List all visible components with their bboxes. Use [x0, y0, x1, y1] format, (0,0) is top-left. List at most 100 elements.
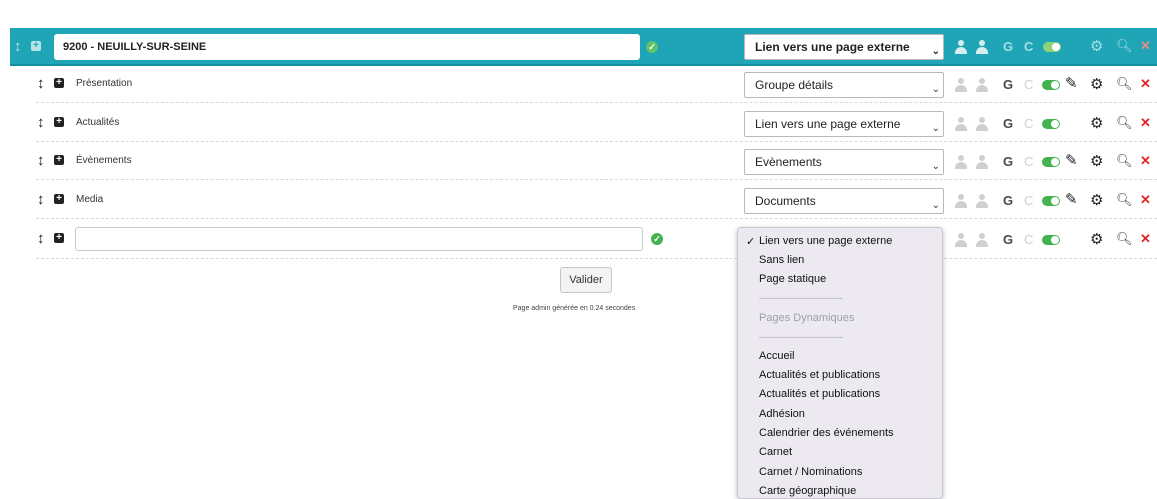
user-icon[interactable] — [955, 40, 967, 54]
c-icon[interactable]: C — [1024, 78, 1033, 91]
delete-icon[interactable]: ✕ — [1140, 193, 1151, 206]
google-icon[interactable]: G — [1003, 194, 1013, 207]
link-type-dropdown[interactable]: ✓ Lien vers une page externe Sans lien P… — [737, 227, 943, 499]
google-icon[interactable]: G — [1003, 40, 1013, 53]
user-icon[interactable] — [955, 194, 967, 208]
expand-icon[interactable]: + — [54, 155, 64, 165]
link-type-select[interactable]: Documents ⌄ — [744, 188, 944, 214]
toggle-icon[interactable] — [1042, 157, 1060, 167]
link-type-select[interactable]: Groupe détails ⌄ — [744, 72, 944, 98]
chevron-down-icon: ⌄ — [931, 161, 940, 172]
dropdown-option[interactable]: Page statique — [738, 273, 826, 286]
google-icon[interactable]: G — [1003, 78, 1013, 91]
c-icon[interactable]: C — [1024, 117, 1033, 130]
row-divider — [36, 258, 1157, 259]
user-icon[interactable] — [955, 78, 967, 92]
gear-icon[interactable]: ⚙ — [1090, 232, 1103, 247]
dropdown-option[interactable]: Lien vers une page externe — [738, 235, 892, 248]
edit-icon[interactable]: ✎ — [1065, 192, 1078, 207]
edit-icon[interactable]: ✎ — [1065, 76, 1078, 91]
move-icon[interactable]: ↕ — [37, 76, 45, 91]
edit-icon[interactable]: ✎ — [1065, 153, 1078, 168]
dropdown-option[interactable]: Actualités et publications — [738, 388, 880, 401]
gear-icon[interactable]: ⚙ — [1090, 193, 1103, 208]
chevron-down-icon: ⌄ — [931, 200, 940, 211]
gear-icon[interactable]: ⚙ — [1090, 154, 1103, 169]
dropdown-option[interactable]: Adhésion — [738, 408, 805, 421]
user-icon[interactable] — [976, 40, 988, 54]
chevron-down-icon: ⌄ — [931, 46, 940, 57]
zoom-icon[interactable]: 🔍︎ — [1116, 193, 1133, 206]
link-type-value: Evènements — [755, 155, 822, 169]
link-type-value: Groupe détails — [755, 78, 834, 92]
toggle-icon[interactable] — [1042, 119, 1060, 129]
move-icon[interactable]: ↕ — [14, 39, 22, 54]
gear-icon[interactable]: ⚙ — [1090, 39, 1103, 54]
site-name-input[interactable]: 9200 - NEUILLY-SUR-SEINE — [54, 34, 640, 60]
move-icon[interactable]: ↕ — [37, 115, 45, 130]
dropdown-option[interactable]: Calendrier des événements — [738, 427, 894, 440]
zoom-icon[interactable]: 🔍︎ — [1116, 39, 1133, 52]
delete-icon[interactable]: ✕ — [1140, 77, 1151, 90]
move-icon[interactable]: ↕ — [37, 192, 45, 207]
submit-button[interactable]: Valider — [560, 267, 612, 293]
new-entry-input[interactable] — [75, 227, 643, 251]
check-icon: ✓ — [651, 233, 663, 245]
row-label: Actualités — [76, 117, 120, 128]
c-icon[interactable]: C — [1024, 155, 1033, 168]
dropdown-group-label: Pages Dynamiques — [759, 312, 855, 324]
user-icon[interactable] — [976, 78, 988, 92]
row-divider — [36, 102, 1157, 103]
row-label: Media — [76, 194, 104, 205]
dropdown-option[interactable]: Sans lien — [738, 254, 804, 267]
user-icon[interactable] — [976, 155, 988, 169]
link-type-select[interactable]: Lien vers une page externe ⌄ — [744, 34, 944, 60]
row-divider — [36, 179, 1157, 180]
google-icon[interactable]: G — [1003, 117, 1013, 130]
zoom-icon[interactable]: 🔍︎ — [1116, 77, 1133, 90]
zoom-icon[interactable]: 🔍︎ — [1116, 154, 1133, 167]
dropdown-option[interactable]: Carnet / Nominations — [738, 466, 862, 479]
toggle-icon[interactable] — [1042, 196, 1060, 206]
user-icon[interactable] — [955, 117, 967, 131]
expand-icon[interactable]: + — [54, 194, 64, 204]
c-icon[interactable]: C — [1024, 233, 1033, 246]
google-icon[interactable]: G — [1003, 233, 1013, 246]
google-icon[interactable]: G — [1003, 155, 1013, 168]
chevron-down-icon: ⌄ — [931, 123, 940, 134]
delete-icon[interactable]: ✕ — [1140, 39, 1151, 52]
expand-icon[interactable]: + — [31, 41, 41, 51]
zoom-icon[interactable]: 🔍︎ — [1116, 232, 1133, 245]
dropdown-option[interactable]: Actualités et publications — [738, 369, 880, 382]
gear-icon[interactable]: ⚙ — [1090, 77, 1103, 92]
zoom-icon[interactable]: 🔍︎ — [1116, 116, 1133, 129]
expand-icon[interactable]: + — [54, 117, 64, 127]
row-label: Présentation — [76, 78, 133, 89]
link-type-value: Documents — [755, 194, 816, 208]
expand-icon[interactable]: + — [54, 233, 64, 243]
row-divider — [36, 141, 1157, 142]
user-icon[interactable] — [976, 117, 988, 131]
toggle-icon[interactable] — [1043, 42, 1061, 52]
c-icon[interactable]: C — [1024, 194, 1033, 207]
move-icon[interactable]: ↕ — [37, 231, 45, 246]
dropdown-option[interactable]: Carnet — [738, 446, 792, 459]
link-type-select[interactable]: Lien vers une page externe ⌄ — [744, 111, 944, 137]
expand-icon[interactable]: + — [54, 78, 64, 88]
dropdown-separator: ---------------------------- — [759, 293, 843, 303]
delete-icon[interactable]: ✕ — [1140, 154, 1151, 167]
gear-icon[interactable]: ⚙ — [1090, 116, 1103, 131]
toggle-icon[interactable] — [1042, 235, 1060, 245]
c-icon[interactable]: C — [1024, 40, 1033, 53]
delete-icon[interactable]: ✕ — [1140, 232, 1151, 245]
delete-icon[interactable]: ✕ — [1140, 116, 1151, 129]
move-icon[interactable]: ↕ — [37, 153, 45, 168]
user-icon[interactable] — [955, 155, 967, 169]
link-type-select[interactable]: Evènements ⌄ — [744, 149, 944, 175]
user-icon[interactable] — [955, 233, 967, 247]
user-icon[interactable] — [976, 194, 988, 208]
link-type-value: Lien vers une page externe — [755, 117, 901, 131]
user-icon[interactable] — [976, 233, 988, 247]
toggle-icon[interactable] — [1042, 80, 1060, 90]
dropdown-option[interactable]: Accueil — [738, 350, 794, 363]
